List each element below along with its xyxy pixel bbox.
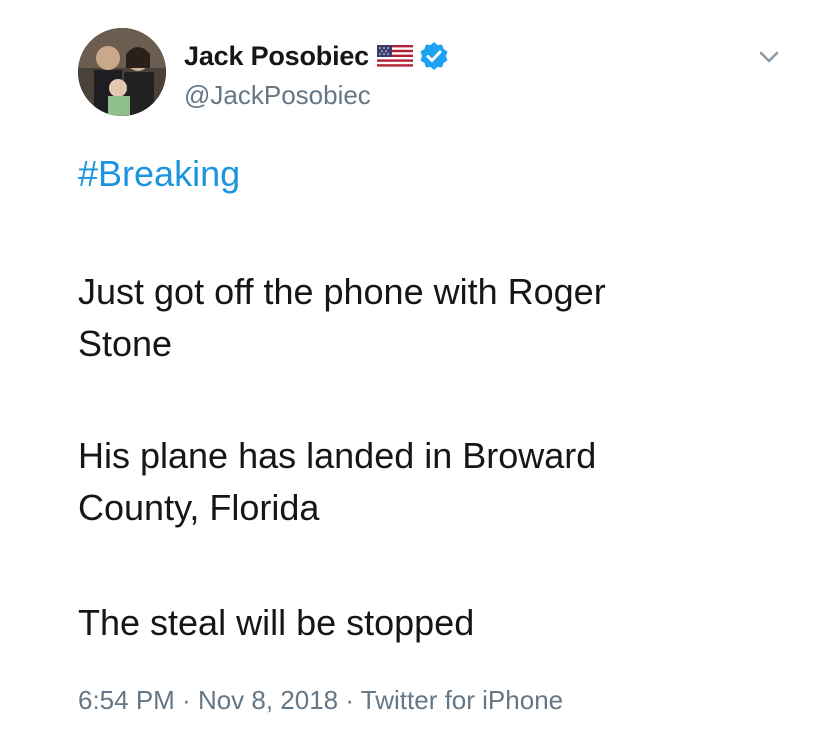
avatar[interactable] (78, 28, 166, 116)
user-handle[interactable]: @JackPosobiec (184, 80, 371, 111)
meta-separator: · (338, 685, 361, 715)
verified-badge-icon (419, 41, 449, 71)
tweet-hashtag-line: #Breaking (78, 148, 240, 200)
display-name[interactable]: Jack Posobiec (184, 41, 369, 72)
tweet-line-2a: His plane has landed in Broward (78, 435, 597, 476)
chevron-down-icon[interactable] (756, 44, 782, 70)
tweet-line-1a: Just got off the phone with Roger (78, 271, 606, 312)
tweet-meta: 6:54 PM · Nov 8, 2018 · Twitter for iPho… (78, 685, 563, 716)
tweet-line-3: The steal will be stopped (78, 602, 475, 643)
tweet-date[interactable]: Nov 8, 2018 (198, 685, 338, 715)
tweet-card: Jack Posobiec @JackPosobiec #Breaking Ju… (0, 0, 828, 749)
us-flag-icon (377, 45, 414, 67)
hashtag-link[interactable]: #Breaking (78, 153, 240, 194)
tweet-source[interactable]: Twitter for iPhone (361, 685, 563, 715)
tweet-line-2b: County, Florida (78, 487, 320, 528)
avatar-photo (78, 28, 166, 116)
tweet-line-1b: Stone (78, 323, 173, 364)
tweet-time[interactable]: 6:54 PM (78, 685, 175, 715)
meta-separator: · (174, 685, 198, 715)
name-row: Jack Posobiec (184, 36, 449, 76)
